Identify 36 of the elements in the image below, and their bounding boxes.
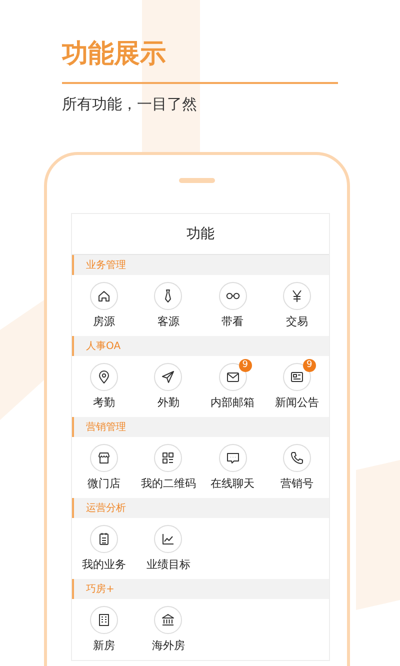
feature-item[interactable]: 我的业务 [72,518,136,579]
section-title: 巧房+ [86,582,114,596]
section-title: 业务管理 [86,258,126,272]
feature-item[interactable]: 我的二维码 [136,437,200,498]
feature-item[interactable]: 外勤 [136,356,200,417]
bank-building-icon [160,612,176,628]
feature-item[interactable]: 房源 [72,275,136,336]
feature-item[interactable]: 在线聊天 [200,437,265,498]
qr-code-icon [160,450,176,466]
section-title: 营销管理 [86,420,126,434]
count-badge: 9 [238,359,252,372]
phone-icon [288,450,305,466]
feature-item[interactable]: 营销号 [264,437,329,498]
newspaper-icon [288,369,305,385]
storefront-icon [96,450,112,466]
screen-title: 功能 [186,225,214,243]
feature-item[interactable]: 微门店 [72,437,136,498]
section-title: 运营分析 [86,502,126,515]
feature-item[interactable]: 9 内部邮箱 [200,356,265,417]
phone-speaker [179,178,215,183]
section-title: 人事OA [86,340,121,353]
feature-item[interactable]: 新房 [72,599,136,660]
feature-item[interactable]: 交易 [264,275,329,336]
send-arrow-icon [160,369,176,385]
line-chart-icon [160,531,176,547]
feature-item[interactable]: 业绩目标 [136,518,200,579]
page-subtitle: 所有功能，一目了然 [62,94,198,114]
feature-item[interactable]: 客源 [136,275,200,336]
feature-item[interactable]: 9 新闻公告 [264,356,329,417]
feature-item[interactable]: 带看 [200,275,265,336]
house-icon [96,288,112,304]
feature-item[interactable]: 考勤 [72,356,136,417]
chat-bubble-icon [224,450,241,466]
page-title: 功能展示 [62,38,167,71]
feature-item[interactable]: 海外房 [136,599,200,660]
count-badge: 9 [302,359,316,372]
